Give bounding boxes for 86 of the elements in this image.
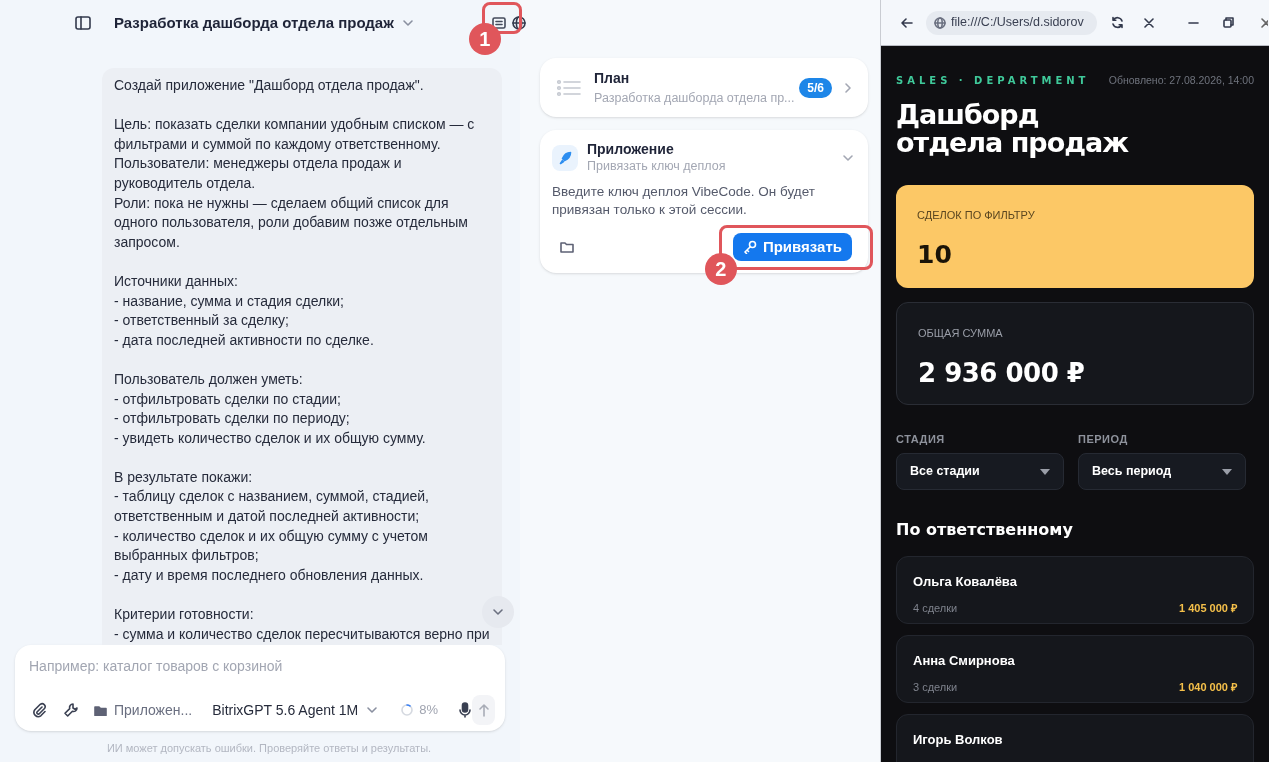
paperclip-icon[interactable] <box>31 702 47 718</box>
message-line: Критерии готовности: <box>114 605 255 625</box>
message-line: - таблицу сделок с названием, суммой, стадией, <box>114 487 430 507</box>
eyebrow-label: SALES · DEPARTMENT <box>896 74 1090 89</box>
message-line: - увидеть количество сделок и их общую сумму. <box>114 428 427 448</box>
caret-down-icon <box>1222 468 1232 475</box>
arrow-up-icon <box>477 703 490 717</box>
globe-icon <box>934 16 946 29</box>
person-name: Анна Смирнова <box>913 652 1016 671</box>
filter-label: ПЕРИОД <box>1078 431 1129 447</box>
key-icon <box>742 240 757 254</box>
message-line: Источники данных: <box>114 271 239 291</box>
message-line: - дата последней активности по сделке. <box>114 330 375 350</box>
card-title: План <box>594 68 631 88</box>
chevron-down-icon[interactable] <box>401 19 414 27</box>
section-title: По ответственному <box>896 519 1074 542</box>
sidebar-icon[interactable] <box>75 16 91 30</box>
folder-icon[interactable] <box>94 704 107 716</box>
filter-select[interactable]: Весь период <box>1078 453 1246 491</box>
globe-icon[interactable] <box>511 16 526 30</box>
message-line: ответственным и датой последней активности; <box>114 507 421 527</box>
reload-icon[interactable] <box>1111 16 1124 29</box>
minimize-icon[interactable] <box>1188 21 1199 24</box>
plan-card[interactable]: План Разработка дашборда отдела пр... 5/6 <box>540 58 868 117</box>
message-input[interactable]: Например: каталог товаров с корзиной <box>29 655 491 677</box>
back-arrow-icon[interactable] <box>901 17 913 28</box>
chevron-down-icon <box>366 706 379 714</box>
message-line: Пользователь должен уметь: <box>114 369 304 389</box>
folder-icon[interactable] <box>560 241 574 253</box>
message-line: - сумма и количество сделок пересчитываются верно при <box>114 624 490 644</box>
card-subtitle: Разработка дашборда отдела пр... <box>594 89 795 107</box>
message-line: выбранных фильтров; <box>114 546 260 566</box>
person-name: Игорь Волков <box>913 731 1004 750</box>
dashboard-title: Дашборд <box>896 100 1040 129</box>
address-bar[interactable]: file:///C:/Users/d.sidorov <box>926 10 1097 35</box>
project-folder[interactable]: Приложен... <box>114 699 193 721</box>
card-subtitle: Привязать ключ деплоя <box>587 158 726 174</box>
message-line: - дату и время последнего обновления данных. <box>114 565 425 585</box>
restore-icon[interactable] <box>1223 17 1234 28</box>
card-description: Введите ключ деплоя VibeCode. Он будет привязан только к этой сессии. <box>552 183 816 219</box>
card-title: Приложение <box>587 141 675 158</box>
progress-badge: 5/6 <box>799 77 832 98</box>
deal-count: 3 сделки <box>913 679 958 695</box>
disclaimer-text: ИИ может допускать ошибки. Проверяйте ответы и результаты. <box>105 741 433 756</box>
model-selector[interactable]: BitrixGPT 5.6 Agent 1M <box>212 699 379 721</box>
message-line: Создай приложение "Дашборд отдела продаж". <box>114 76 425 95</box>
stat-label: ОБЩАЯ СУММА <box>918 325 1004 341</box>
message-line: одного пользователя, роли добавим позже отдельным <box>114 213 469 233</box>
message-line: Цель: показать сделки компании удобным списком — с <box>114 115 476 135</box>
person-name: Ольга Ковалёва <box>913 573 1018 592</box>
close-icon[interactable] <box>1144 17 1154 28</box>
deal-amount: 1 405 000 ₽ <box>1179 600 1237 616</box>
chat-title[interactable]: Разработка дашборда отдела продаж <box>114 11 394 35</box>
stat-label: СДЕЛОК ПО ФИЛЬТРУ <box>917 207 1036 223</box>
filter-label: СТАДИЯ <box>896 431 946 447</box>
deal-amount: 1 040 000 ₽ <box>1179 679 1237 695</box>
message-line: запросом. <box>114 232 181 252</box>
chevron-down-icon <box>492 608 504 616</box>
deal-count: 4 сделки <box>913 600 958 616</box>
progress-ring <box>400 703 415 717</box>
form-icon[interactable] <box>491 17 506 29</box>
step-badge: 2 <box>704 253 737 285</box>
close-icon[interactable] <box>1261 17 1268 28</box>
message-line: - ответственный за сделку; <box>114 311 290 331</box>
chevron-right-icon <box>844 81 852 94</box>
wrench-icon[interactable] <box>63 702 79 718</box>
bind-button[interactable]: Привязать <box>732 233 852 261</box>
stat-value: 2 936 000 ₽ <box>918 357 1086 391</box>
caret-down-icon <box>1040 468 1050 475</box>
microphone-icon[interactable] <box>458 702 472 718</box>
message-line: В результате покажи: <box>114 467 254 487</box>
message-line: - отфильтровать сделки по периоду; <box>114 409 351 429</box>
checklist-icon <box>556 77 582 98</box>
message-line: Роли: пока не нужны — сделаем общий список для <box>114 193 450 213</box>
context-usage: 8% <box>419 701 438 720</box>
url-text: file:///C:/Users/d.sidorov <box>951 14 1084 32</box>
filter-select[interactable]: Все стадии <box>896 453 1064 491</box>
message-line: фильтрами и суммой по каждому ответственному. <box>114 134 442 154</box>
step-badge: 1 <box>468 23 501 55</box>
message-line: - отфильтровать сделки по стадии; <box>114 389 342 409</box>
message-line: руководитель отдела. <box>114 173 257 193</box>
message-line: Пользователи: менеджеры отдела продаж и <box>114 154 403 174</box>
message-line: - количество сделок и их общую сумму с учетом <box>114 526 429 546</box>
message-line: - название, сумма и стадия сделки; <box>114 291 345 311</box>
updated-time: Обновлено: 27.08.2026, 14:00 <box>1108 73 1254 88</box>
stat-value: 10 <box>917 239 953 272</box>
